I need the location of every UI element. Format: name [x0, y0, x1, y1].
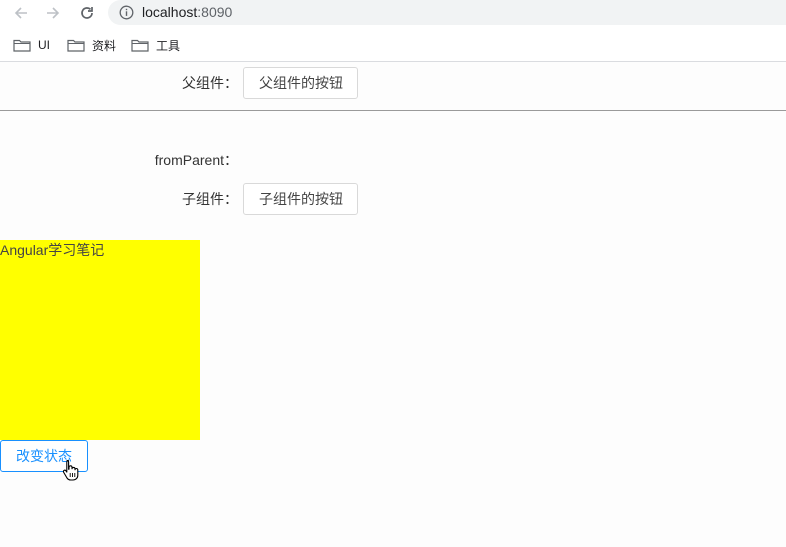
bookmark-label: 资料	[92, 38, 117, 53]
reload-icon	[81, 7, 93, 19]
back-arrow-icon	[14, 7, 27, 19]
page-content: 父组件： 父组件的按钮 fromParent： 子组件： 子组件的按钮 Angu…	[0, 63, 786, 547]
browser-toolbar: localhost:8090	[0, 0, 786, 28]
forward-button[interactable]	[42, 2, 64, 24]
folder-icon	[131, 39, 149, 52]
child-label: 子组件：	[182, 191, 238, 207]
bookmark-ziliao[interactable]: 资料	[67, 36, 116, 54]
from-parent-label: fromParent：	[154, 152, 238, 168]
divider	[0, 110, 786, 111]
animated-box-text: Angular学习笔记	[0, 242, 105, 258]
folder-icon	[67, 39, 85, 52]
parent-button[interactable]: 父组件的按钮	[243, 67, 358, 99]
bookmark-label: 工具	[156, 38, 181, 53]
child-button[interactable]: 子组件的按钮	[243, 183, 358, 215]
hand-pointer-icon	[62, 459, 79, 481]
url-text: localhost:8090	[142, 4, 232, 21]
bookmark-ui[interactable]: UI	[13, 36, 50, 54]
bookmark-label: UI	[38, 38, 50, 52]
animated-box: Angular学习笔记	[0, 240, 200, 440]
url-host: localhost	[142, 4, 198, 20]
bookmark-gongju[interactable]: 工具	[131, 36, 180, 54]
url-port: :8090	[197, 4, 233, 20]
parent-label: 父组件：	[182, 75, 238, 91]
back-button[interactable]	[10, 2, 32, 24]
folder-icon	[13, 39, 31, 52]
forward-arrow-icon	[47, 7, 60, 19]
bookmarks-bar: UI 资料 工具	[0, 28, 786, 62]
reload-button[interactable]	[76, 2, 98, 24]
info-icon[interactable]	[118, 4, 135, 21]
address-bar[interactable]: localhost:8090	[108, 0, 786, 25]
